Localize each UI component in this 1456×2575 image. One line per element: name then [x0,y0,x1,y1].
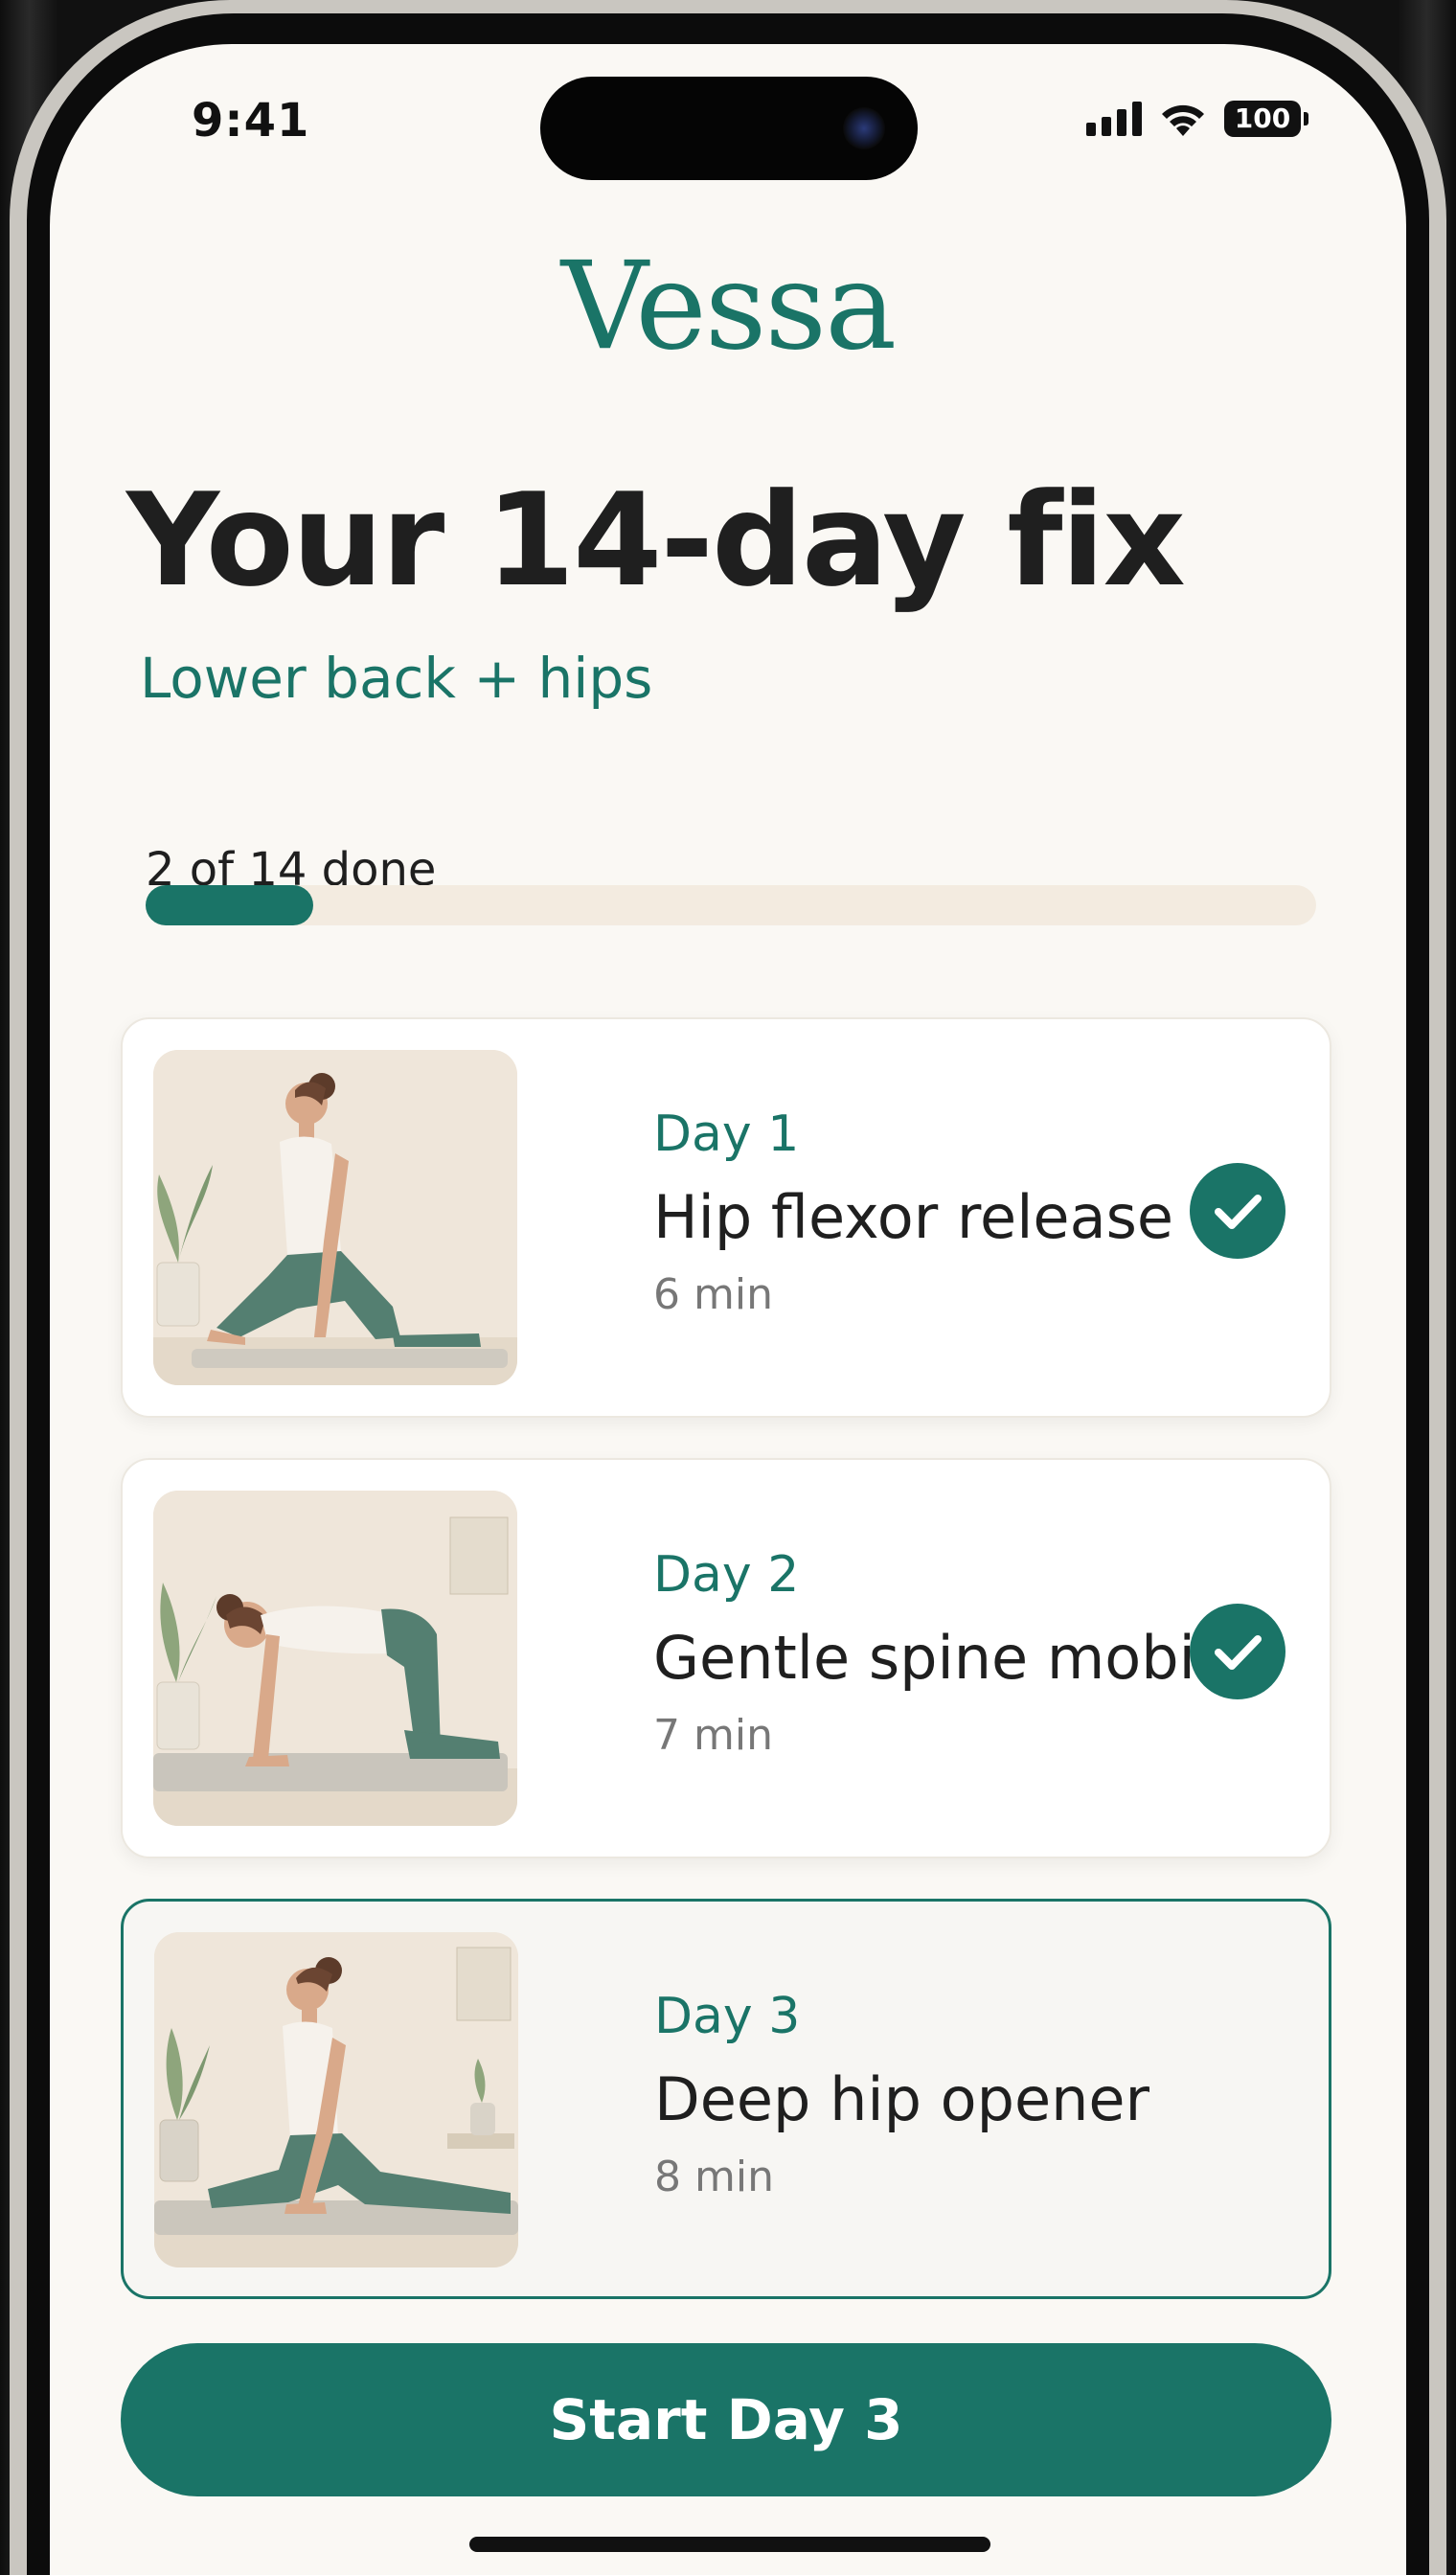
wifi-icon [1162,104,1204,136]
card-day-label: Day 3 [654,1988,801,2045]
dynamic-island [540,77,918,180]
day-card-1[interactable]: Day 1 Hip flexor release 6 min [121,1017,1331,1418]
start-day-button[interactable]: Start Day 3 [121,2343,1331,2496]
front-camera-icon [843,107,885,149]
app-logo: Vessa [560,236,897,376]
card-title: Deep hip opener [654,2064,1150,2134]
woman-tabletop-pose-illustration [153,1491,517,1826]
card-day-label: Day 2 [653,1546,800,1604]
progress-bar-fill [146,885,313,925]
card-duration: 8 min [654,2153,774,2201]
status-time: 9:41 [192,94,310,148]
card-duration: 7 min [653,1711,773,1760]
check-icon [1190,1163,1285,1259]
program-subtitle: Lower back + hips [140,646,653,711]
battery-icon: 100 [1224,101,1308,137]
home-indicator[interactable] [469,2537,990,2552]
signal-icon [1086,102,1142,136]
day-card-2[interactable]: Day 2 Gentle spine mobility 7 min [121,1458,1331,1858]
woman-pigeon-pose-illustration [154,1932,518,2267]
card-day-label: Day 1 [653,1105,800,1163]
woman-low-lunge-illustration [153,1050,517,1385]
phone-frame: 9:41 100 Vessa Your 14-day fix Lower bac… [0,0,1456,2575]
app-screen: 9:41 100 Vessa Your 14-day fix Lower bac… [50,44,1406,2575]
check-icon [1190,1604,1285,1699]
card-duration: 6 min [653,1270,773,1319]
day-card-3[interactable]: Day 3 Deep hip opener 8 min [121,1899,1331,2299]
card-title: Hip flexor release [653,1182,1174,1252]
page-title: Your 14-day fix [126,466,1186,615]
progress-bar [146,885,1316,925]
status-icons: 100 [1086,100,1308,138]
